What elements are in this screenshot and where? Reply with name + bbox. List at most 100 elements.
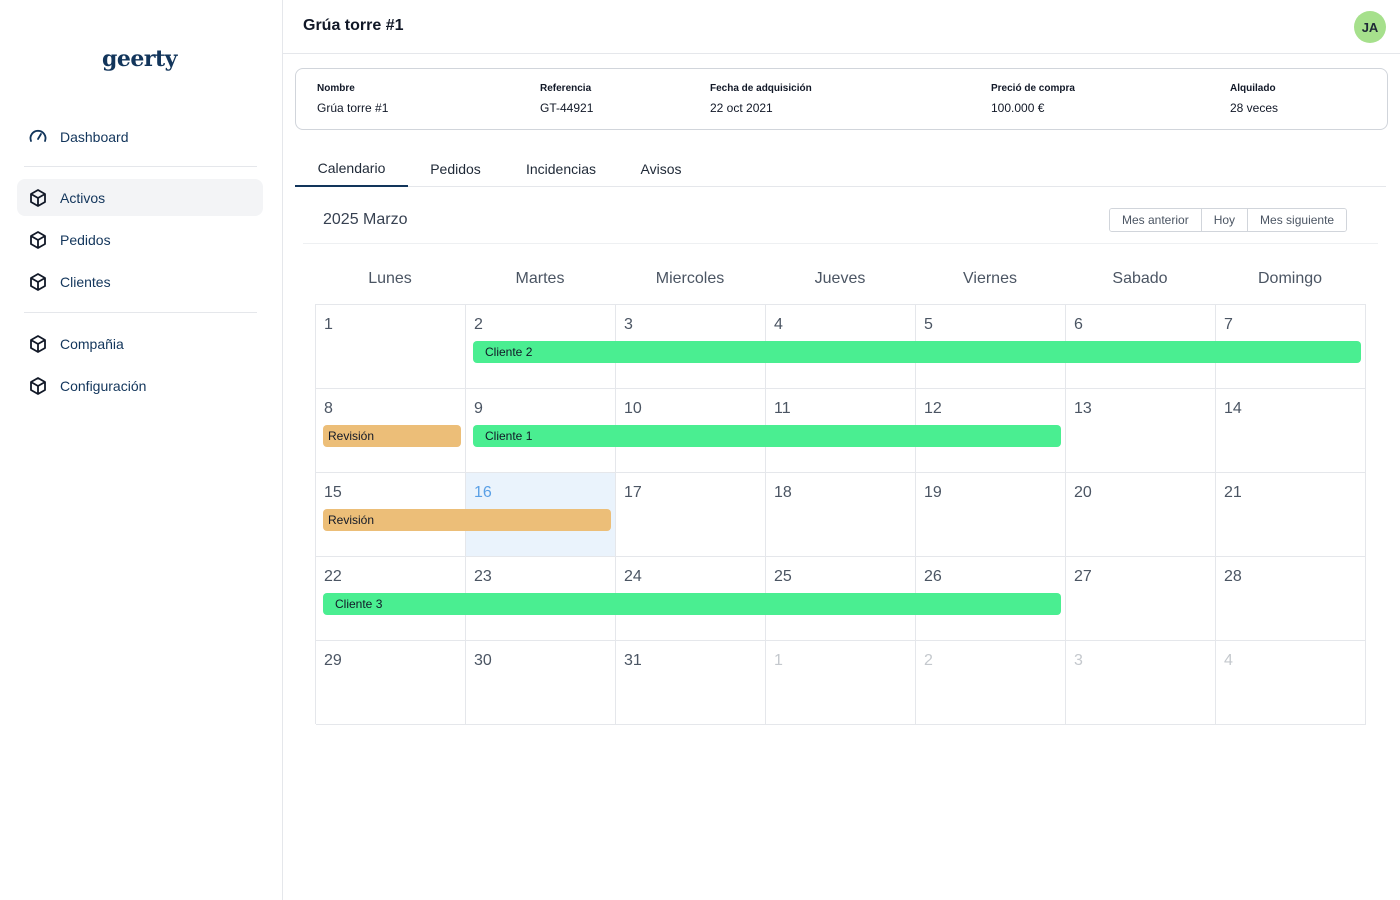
sidebar-item-label: Configuración [60, 377, 147, 394]
calendar-day-cell[interactable]: 28 [1216, 557, 1366, 641]
sidebar-item-dashboard[interactable]: Dashboard [17, 118, 263, 155]
sidebar-item-compania[interactable]: Compañia [17, 325, 263, 362]
day-number: 3 [624, 316, 633, 333]
info-value: GT-44921 [540, 101, 594, 115]
day-number: 24 [624, 568, 642, 585]
day-number: 11 [774, 400, 791, 417]
info-referencia: Referencia GT-44921 [540, 83, 593, 115]
day-number: 28 [1224, 568, 1242, 585]
day-number: 18 [774, 484, 792, 501]
day-number: 5 [924, 316, 933, 333]
sidebar-divider [24, 166, 257, 167]
info-value: 100.000 € [991, 101, 1045, 115]
calendar-event[interactable]: Cliente 1 [473, 425, 1061, 447]
calendar-day-cell[interactable]: 18 [766, 473, 916, 557]
sidebar-item-activos[interactable]: Activos [17, 179, 263, 216]
cube-icon [28, 376, 48, 396]
tab-pedidos[interactable]: Pedidos [419, 150, 492, 187]
day-number: 14 [1224, 400, 1242, 417]
calendar-day-cell[interactable]: 13 [1066, 389, 1216, 473]
calendar-day-cell[interactable]: 29 [316, 641, 466, 725]
next-month-button[interactable]: Mes siguiente [1248, 209, 1347, 231]
sidebar-item-label: Dashboard [60, 128, 129, 145]
info-label: Alquilado [1230, 83, 1276, 94]
info-value: Grúa torre #1 [317, 101, 389, 115]
day-number: 19 [924, 484, 942, 501]
day-number: 1 [774, 652, 783, 669]
calendar-day-cell[interactable]: 1 [316, 305, 466, 389]
tab-bar: Calendario Pedidos Incidencias Avisos [295, 150, 1386, 187]
tab-incidencias[interactable]: Incidencias [515, 150, 607, 187]
weekday-header: Jueves [814, 270, 866, 287]
day-number: 6 [1074, 316, 1083, 333]
sidebar-item-label: Pedidos [60, 231, 111, 248]
day-number: 13 [1074, 400, 1092, 417]
day-number: 2 [924, 652, 933, 669]
cube-icon [28, 188, 48, 208]
calendar-day-cell[interactable]: 20 [1066, 473, 1216, 557]
day-number: 31 [624, 652, 642, 669]
info-nombre: Nombre Grúa torre #1 [317, 83, 388, 115]
calendar-nav: Mes anterior Hoy Mes siguiente [1109, 208, 1348, 232]
info-fecha-adquisicion: Fecha de adquisición 22 oct 2021 [710, 83, 812, 115]
calendar-day-cell[interactable]: 21 [1216, 473, 1366, 557]
tab-calendario[interactable]: Calendario [295, 150, 408, 187]
sidebar-divider [24, 312, 257, 313]
calendar-day-cell[interactable]: 1 [766, 641, 916, 725]
weekday-header: Miercoles [655, 270, 725, 287]
day-number: 4 [1224, 652, 1233, 669]
sidebar-item-pedidos[interactable]: Pedidos [17, 221, 263, 258]
tab-avisos[interactable]: Avisos [631, 150, 691, 187]
sidebar-item-label: Activos [60, 189, 106, 206]
day-number: 8 [324, 400, 333, 417]
day-number: 1 [324, 316, 333, 333]
calendar-day-cell[interactable]: 19 [916, 473, 1066, 557]
page-header: Grúa torre #1 JA [283, 0, 1400, 54]
day-number: 29 [324, 652, 342, 669]
calendar-day-cell[interactable]: 3 [1066, 641, 1216, 725]
sidebar-item-label: Compañia [60, 335, 124, 352]
info-label: Referencia [540, 83, 592, 94]
calendar-grid: 1 2 3 4 5 6 7 8 9 10 11 12 13 14 15 16 17 18 19 20 21 22 23 24 2… [315, 304, 1366, 725]
calendar-event[interactable]: Revisión [323, 509, 611, 531]
day-number: 30 [474, 652, 492, 669]
calendar-day-cell[interactable]: 17 [616, 473, 766, 557]
calendar-day-cell[interactable]: 27 [1066, 557, 1216, 641]
app-logo[interactable]: geerty [102, 46, 177, 72]
day-number: 9 [474, 400, 483, 417]
sidebar-item-clientes[interactable]: Clientes [17, 263, 263, 300]
calendar-day-cell[interactable]: 2 [916, 641, 1066, 725]
prev-month-button[interactable]: Mes anterior [1110, 209, 1202, 231]
sidebar-item-label: Clientes [60, 273, 111, 290]
info-precio-compra: Preció de compra 100.000 € [991, 83, 1075, 115]
asset-info-card: Nombre Grúa torre #1 Referencia GT-44921… [295, 68, 1388, 130]
today-button[interactable]: Hoy [1201, 209, 1249, 231]
calendar-event[interactable]: Cliente 2 [473, 341, 1361, 363]
calendar-day-cell[interactable]: 4 [1216, 641, 1366, 725]
calendar-event[interactable]: Revisión [323, 425, 461, 447]
avatar[interactable]: JA [1354, 11, 1386, 43]
calendar-day-cell[interactable]: 30 [466, 641, 616, 725]
day-number: 20 [1074, 484, 1092, 501]
cube-icon [28, 230, 48, 250]
day-number: 4 [774, 316, 783, 333]
weekday-header: Domingo [1257, 270, 1323, 287]
day-number: 22 [324, 568, 342, 585]
calendar-event[interactable]: Cliente 3 [323, 593, 1061, 615]
day-number: 27 [1074, 568, 1092, 585]
day-number: 10 [624, 400, 642, 417]
day-number: 12 [924, 400, 942, 417]
weekday-header: Viernes [963, 270, 1017, 287]
info-label: Fecha de adquisición [710, 83, 812, 94]
day-number: 3 [1074, 652, 1083, 669]
cube-icon [28, 272, 48, 292]
info-value: 28 veces [1230, 101, 1279, 115]
calendar-day-cell[interactable]: 14 [1216, 389, 1366, 473]
info-alquilado: Alquilado 28 veces [1230, 83, 1278, 115]
calendar-divider [303, 243, 1378, 244]
cube-icon [28, 334, 48, 354]
info-value: 22 oct 2021 [710, 101, 773, 115]
calendar-day-cell[interactable]: 31 [616, 641, 766, 725]
sidebar-item-configuracion[interactable]: Configuración [17, 367, 263, 404]
day-number: 23 [474, 568, 492, 585]
